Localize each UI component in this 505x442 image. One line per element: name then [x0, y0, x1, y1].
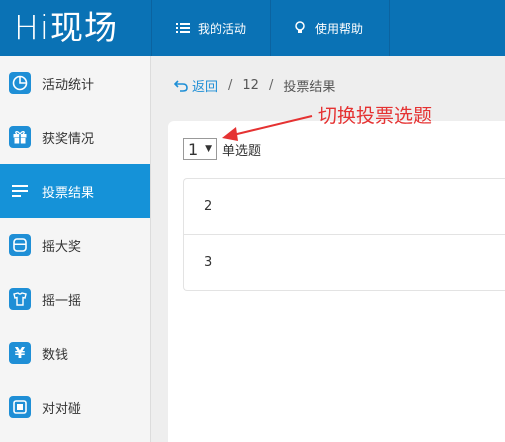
app-logo[interactable]: Hi现场 [0, 0, 151, 56]
back-label: 返回 [192, 80, 219, 95]
gift-icon [9, 126, 31, 148]
question-select[interactable]: 1 ▼ [183, 138, 217, 160]
nav-my-activities[interactable]: 我的活动 [151, 0, 270, 56]
sidebar-item-match[interactable]: 对对碰 [0, 380, 150, 434]
sidebar-item-label: 数钱 [42, 347, 69, 363]
pie-chart-icon [9, 72, 31, 94]
sidebar-item-activity-stats[interactable]: 活动统计 [0, 56, 150, 110]
bar-list-icon [9, 180, 31, 202]
sidebar-item-count-money[interactable]: ¥ 数钱 [0, 326, 150, 380]
breadcrumb-separator: / [268, 78, 274, 93]
sidebar-item-label: 摇一摇 [42, 293, 82, 309]
back-link[interactable]: 返回 [174, 76, 218, 95]
back-arrow-icon [174, 79, 188, 92]
list-icon [176, 23, 190, 33]
dropdown-triangle-icon: ▼ [205, 144, 212, 154]
sidebar: 活动统计 获奖情况 投票结果 摇大奖 摇一摇 ¥ 数钱 对对碰 [0, 56, 151, 442]
sidebar-item-label: 获奖情况 [42, 131, 95, 147]
machine-icon [9, 234, 31, 256]
list-item: 3 [184, 234, 505, 290]
sidebar-item-vote-results[interactable]: 投票结果 [0, 164, 150, 218]
option-label: 2 [204, 199, 213, 214]
yen-icon: ¥ [9, 342, 31, 364]
sidebar-item-label: 摇大奖 [42, 239, 82, 255]
annotation-text: 切换投票选题 [318, 105, 433, 127]
options-list: 2 3 [183, 178, 505, 291]
sidebar-item-prizes[interactable]: 获奖情况 [0, 110, 150, 164]
sidebar-item-big-prize[interactable]: 摇大奖 [0, 218, 150, 272]
sidebar-item-shake[interactable]: 摇一摇 [0, 272, 150, 326]
sidebar-item-label: 活动统计 [42, 77, 95, 93]
match-icon [9, 396, 31, 418]
option-label: 3 [204, 255, 213, 270]
select-value: 1 [188, 139, 199, 159]
question-type-label: 单选题 [222, 143, 262, 159]
sidebar-item-label: 投票结果 [42, 185, 95, 201]
breadcrumb-separator: / [228, 78, 233, 93]
breadcrumb-item[interactable]: 12 [242, 78, 259, 93]
sidebar-item-label: 对对碰 [42, 401, 82, 417]
nav-help[interactable]: 使用帮助 [270, 0, 390, 56]
nav-label: 使用帮助 [315, 21, 364, 36]
list-item: 2 [184, 179, 505, 234]
shirt-icon [9, 288, 31, 310]
lightbulb-icon [295, 21, 305, 33]
breadcrumb-current: 投票结果 [283, 80, 336, 95]
question-selector: 1 ▼ 单选题 [183, 138, 261, 160]
top-bar: Hi现场 我的活动 使用帮助 [0, 0, 505, 56]
nav-label: 我的活动 [198, 21, 247, 36]
breadcrumb: 返回 / 12 / 投票结果 [174, 76, 335, 95]
